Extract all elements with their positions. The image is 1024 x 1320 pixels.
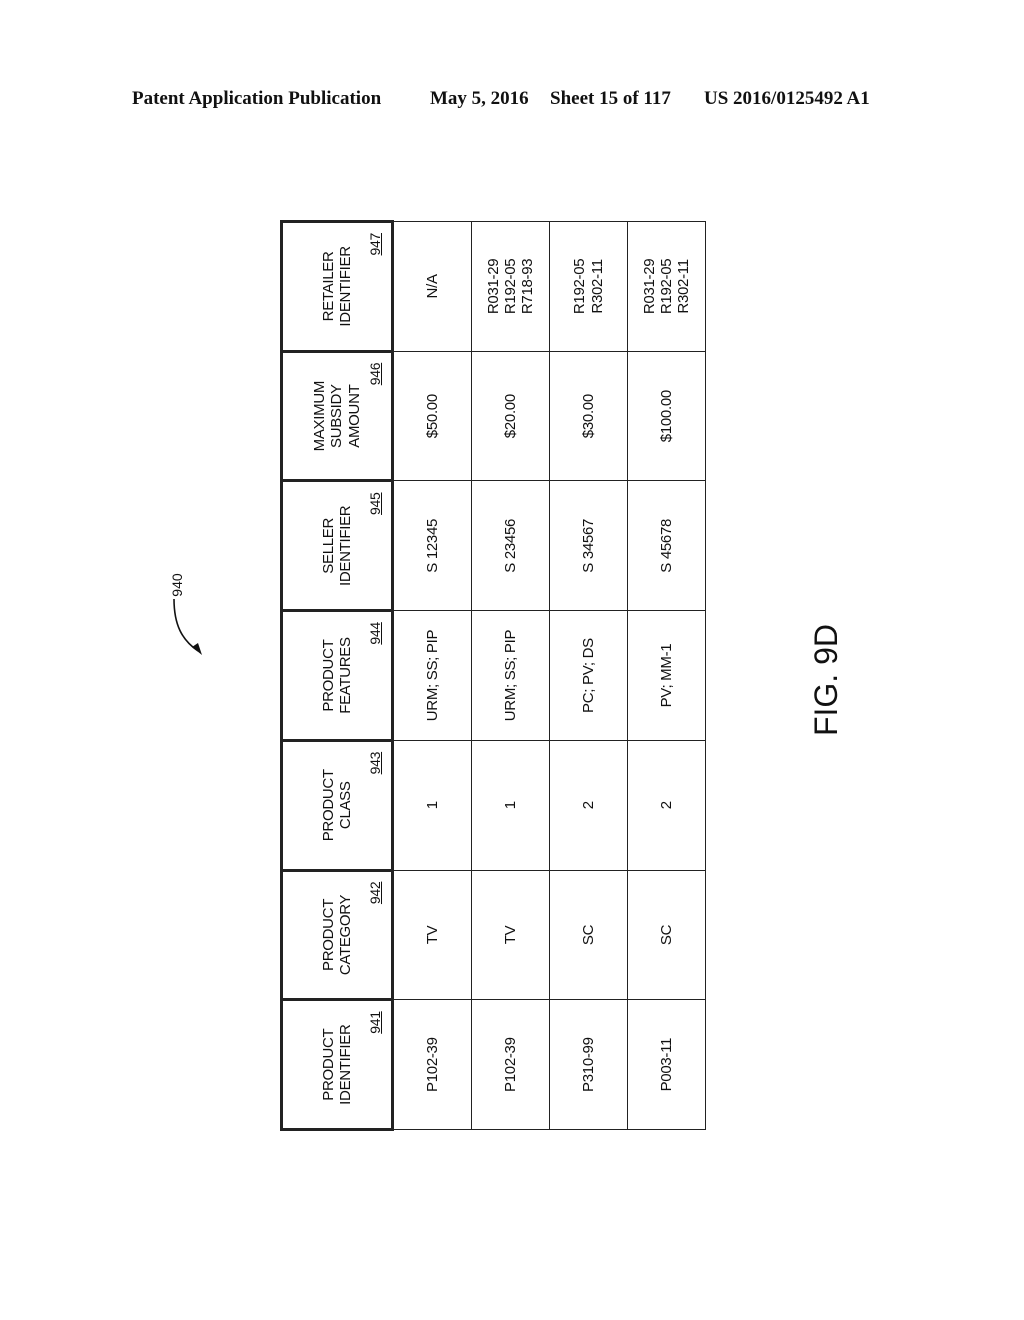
cell-seller-identifier: S 45678	[627, 480, 706, 611]
cell-product-category: SC	[549, 870, 628, 1000]
column-header-maximum-subsidy-amount: MAXIMUM SUBSIDY AMOUNT 946	[281, 351, 393, 481]
cell-product-features: PV; MM-1	[627, 610, 706, 741]
data-table-container: PRODUCT IDENTIFIER 941 PRODUCT CATEGORY 94…	[280, 220, 706, 1131]
cell-retailer-identifier: R031-29 R192-05 R718-93	[471, 221, 550, 352]
product-subsidy-table: PRODUCT IDENTIFIER 941 PRODUCT CATEGORY 94…	[280, 220, 706, 1131]
cell-product-category: SC	[627, 870, 706, 1000]
cell-product-class: 2	[627, 740, 706, 871]
column-header-product-features: PRODUCT FEATURES 944	[281, 610, 393, 741]
column-header-product-class: PRODUCT CLASS 943	[281, 740, 393, 871]
cell-product-features: URM; SS; PIP	[392, 610, 472, 741]
cell-maximum-subsidy: $20.00	[471, 351, 550, 481]
sheet-number: Sheet 15 of 117	[550, 88, 671, 109]
cell-seller-identifier: S 23456	[471, 480, 550, 611]
ref-number: 943	[366, 751, 383, 775]
cell-product-category: TV	[471, 870, 550, 1000]
column-header-retailer-identifier: RETAILER IDENTIFIER 947	[281, 221, 393, 352]
cell-retailer-identifier: R192-05 R302-11	[549, 221, 628, 352]
publication-type: Patent Application Publication	[132, 88, 382, 109]
ref-number: 946	[366, 362, 383, 386]
publication-date: May 5, 2016	[430, 88, 529, 109]
page-header: Patent Application Publication May 5, 20…	[0, 88, 1024, 118]
cell-retailer-identifier: R031-29 R192-05 R302-11	[627, 221, 706, 352]
cell-maximum-subsidy: $30.00	[549, 351, 628, 481]
table-row: P310-99 SC 2 PC; PV; DS S 34567 $30.00 R…	[549, 221, 628, 1130]
cell-product-identifier: P003-11	[627, 999, 706, 1130]
cell-maximum-subsidy: $100.00	[627, 351, 706, 481]
table-row: P102-39 TV 1 URM; SS; PIP S 23456 $20.00…	[471, 221, 550, 1130]
column-header-product-category: PRODUCT CATEGORY 942	[281, 870, 393, 1000]
cell-retailer-identifier: N/A	[392, 221, 472, 352]
ref-number: 941	[366, 1011, 383, 1034]
cell-product-features: URM; SS; PIP	[471, 610, 550, 741]
cell-product-class: 1	[392, 740, 472, 871]
reference-arrow-icon	[173, 598, 202, 655]
cell-product-category: TV	[392, 870, 472, 1000]
cell-seller-identifier: S 12345	[392, 480, 472, 611]
ref-number: 942	[366, 881, 383, 905]
column-header-product-identifier: PRODUCT IDENTIFIER 941	[281, 999, 393, 1130]
table-header-row: PRODUCT IDENTIFIER 941 PRODUCT CATEGORY 94…	[281, 221, 393, 1130]
cell-seller-identifier: S 34567	[549, 480, 628, 611]
ref-number: 945	[366, 492, 383, 515]
cell-product-identifier: P102-39	[471, 999, 550, 1130]
column-header-seller-identifier: SELLER IDENTIFIER 945	[281, 480, 393, 611]
cell-product-identifier: P310-99	[549, 999, 628, 1130]
cell-product-features: PC; PV; DS	[549, 610, 628, 741]
cell-product-class: 1	[471, 740, 550, 871]
figure-label: FIG. 9D	[808, 624, 844, 737]
patent-number: US 2016/0125492 A1	[704, 88, 870, 109]
table-row: P102-39 TV 1 URM; SS; PIP S 12345 $50.00…	[392, 221, 472, 1130]
cell-maximum-subsidy: $50.00	[392, 351, 472, 481]
cell-product-class: 2	[549, 740, 628, 871]
ref-number: 947	[366, 233, 383, 256]
ref-number: 944	[366, 622, 383, 645]
table-row: P003-11 SC 2 PV; MM-1 S 45678 $100.00 R0…	[627, 221, 706, 1130]
cell-product-identifier: P102-39	[392, 999, 472, 1130]
